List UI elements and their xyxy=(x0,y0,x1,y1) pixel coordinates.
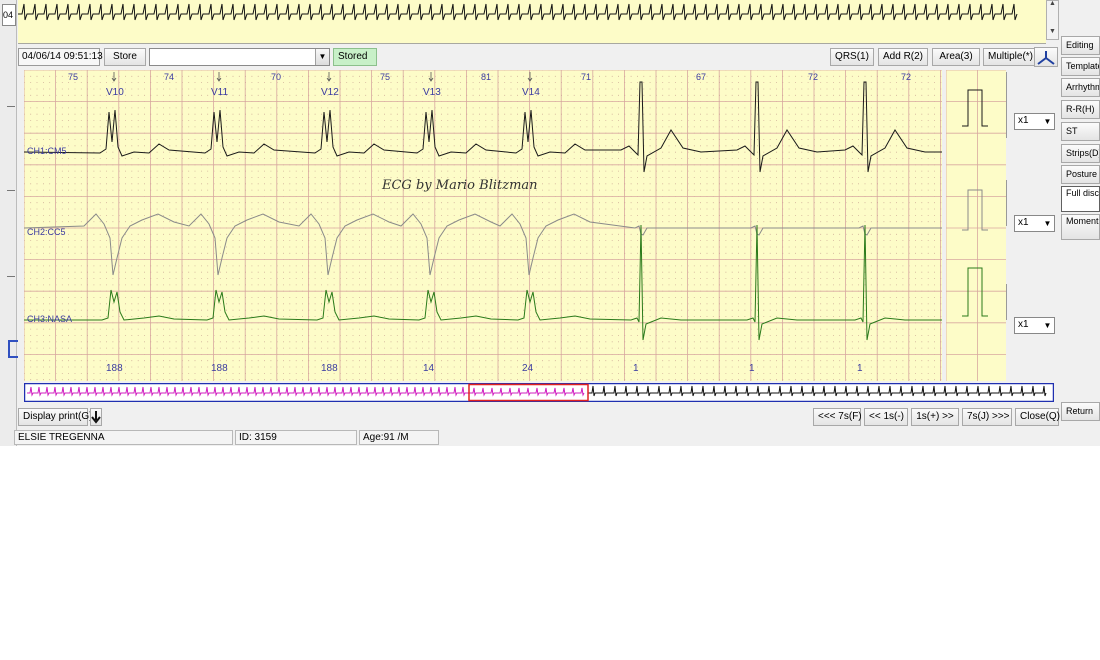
forward-7s-button[interactable]: 7s(J) >>> xyxy=(962,408,1012,426)
back-1s-button[interactable]: << 1s(-) xyxy=(864,408,908,426)
left-tick xyxy=(7,106,15,107)
ch2-gain-value: x1 xyxy=(1018,217,1029,228)
holter-app-window: 04 ▲ ▼ 04/06/14 09:51:13 Store ▼ Stored … xyxy=(0,0,1100,446)
sidebar-item-strips[interactable]: Strips(D) xyxy=(1061,144,1100,163)
ecg-grid-background xyxy=(24,70,942,381)
beat-label: V14 xyxy=(522,87,540,98)
hr-value: 72 xyxy=(901,72,911,82)
rr-value: 188 xyxy=(106,363,123,374)
store-combo[interactable]: ▼ xyxy=(149,48,330,66)
hr-value: 75 xyxy=(380,72,390,82)
rr-value: 24 xyxy=(522,363,534,374)
navigation-bar: Display print(G) <<< 7s(F) << 1s(-) 1s(+… xyxy=(18,405,1060,427)
scroll-up-icon[interactable]: ▲ xyxy=(1049,0,1056,7)
sidebar-item-editing[interactable]: Editing xyxy=(1061,36,1100,55)
return-button[interactable]: Return xyxy=(1061,402,1100,421)
download-icon[interactable] xyxy=(90,408,102,426)
rr-value: 188 xyxy=(211,363,228,374)
sidebar-item-full-disclosure[interactable]: Full disclosure xyxy=(1061,186,1100,212)
beat-label: V11 xyxy=(211,87,228,98)
forward-1s-button[interactable]: 1s(+) >> xyxy=(911,408,959,426)
rr-value: 14 xyxy=(423,363,435,374)
chevron-down-icon[interactable]: ▼ xyxy=(1041,114,1054,129)
hr-value: 81 xyxy=(481,72,491,82)
back-7s-button[interactable]: <<< 7s(F) xyxy=(813,408,862,426)
sidebar-item-arrhythmia[interactable]: Arrhythmia xyxy=(1061,78,1100,97)
left-date-field[interactable]: 04 xyxy=(2,4,16,26)
chevron-down-icon[interactable]: ▼ xyxy=(315,49,329,65)
hr-value: 67 xyxy=(696,72,706,82)
beat-label: V10 xyxy=(106,87,124,98)
channel-label: CH1:CM5 xyxy=(27,146,67,156)
ch1-gain-value: x1 xyxy=(1018,115,1029,126)
top-strip-scrollbar[interactable]: ▲ ▼ xyxy=(1046,0,1059,40)
left-selection-bracket xyxy=(8,340,18,358)
overview-strip[interactable] xyxy=(24,383,1054,402)
left-tick xyxy=(7,276,15,277)
store-button[interactable]: Store xyxy=(104,48,146,66)
caliper-tool-button[interactable] xyxy=(1034,47,1058,67)
rr-value: 1 xyxy=(857,363,863,374)
stored-badge: Stored xyxy=(333,48,377,66)
toolbar: 04/06/14 09:51:13 Store ▼ Stored QRS(1) … xyxy=(18,45,1060,69)
gain-bracket xyxy=(1006,284,1007,320)
chevron-down-icon[interactable]: ▼ xyxy=(1041,216,1054,231)
rr-value: 1 xyxy=(749,363,755,374)
chevron-down-icon[interactable]: ▼ xyxy=(1041,318,1054,333)
hr-value: 71 xyxy=(581,72,591,82)
patient-name: ELSIE TREGENNA xyxy=(14,430,233,445)
caliper-icon xyxy=(1037,51,1055,65)
qrs-button[interactable]: QRS(1) xyxy=(830,48,874,66)
gain-bracket xyxy=(1006,72,1007,138)
multiple-button[interactable]: Multiple(*) xyxy=(983,48,1035,66)
channel-label: CH3:NASA xyxy=(27,314,72,324)
template-panel[interactable] xyxy=(946,70,1006,381)
ch2-gain-select[interactable]: x1 ▼ xyxy=(1014,215,1055,232)
ecg-display[interactable]: 75 74 70 75 81 71 67 72 72 V10 V11 V12 V13 V14 CH1:C… xyxy=(24,70,942,381)
sidebar-item-rr[interactable]: R-R(H) xyxy=(1061,100,1100,119)
hr-value: 72 xyxy=(808,72,818,82)
area-button[interactable]: Area(3) xyxy=(932,48,980,66)
ch3-gain-value: x1 xyxy=(1018,319,1029,330)
top-ecg-strip[interactable] xyxy=(18,0,1046,44)
watermark: ECG by Mario Blitzman xyxy=(381,178,538,193)
left-panel-edge: 04 xyxy=(0,0,18,446)
hr-value: 74 xyxy=(164,72,174,82)
channel-label: CH2:CC5 xyxy=(27,227,66,237)
close-button[interactable]: Close(Q) xyxy=(1015,408,1060,426)
datetime-display: 04/06/14 09:51:13 xyxy=(18,48,103,66)
add-r-button[interactable]: Add R(2) xyxy=(878,48,928,66)
top-ecg-trace xyxy=(18,3,1018,21)
scroll-down-icon[interactable]: ▼ xyxy=(1049,28,1056,35)
display-print-button[interactable]: Display print(G) xyxy=(18,408,92,426)
ch3-gain-select[interactable]: x1 ▼ xyxy=(1014,317,1055,334)
hr-value: 70 xyxy=(271,72,281,82)
beat-label: V12 xyxy=(321,87,339,98)
patient-id: ID: 3159 xyxy=(235,430,357,445)
hr-value: 75 xyxy=(68,72,78,82)
sidebar-item-template[interactable]: Template xyxy=(1061,57,1100,76)
rr-value: 1 xyxy=(633,363,639,374)
ch1-gain-select[interactable]: x1 ▼ xyxy=(1014,113,1055,130)
beat-label: V13 xyxy=(423,87,441,98)
patient-age: Age:91 /M xyxy=(359,430,439,445)
sidebar-item-moment-hr[interactable]: Moment HR xyxy=(1061,214,1100,240)
sidebar-item-st[interactable]: ST xyxy=(1061,122,1100,141)
sidebar-item-posture[interactable]: Posture xyxy=(1061,165,1100,184)
gain-bracket xyxy=(1006,180,1007,226)
rr-value: 188 xyxy=(321,363,338,374)
left-tick xyxy=(7,190,15,191)
